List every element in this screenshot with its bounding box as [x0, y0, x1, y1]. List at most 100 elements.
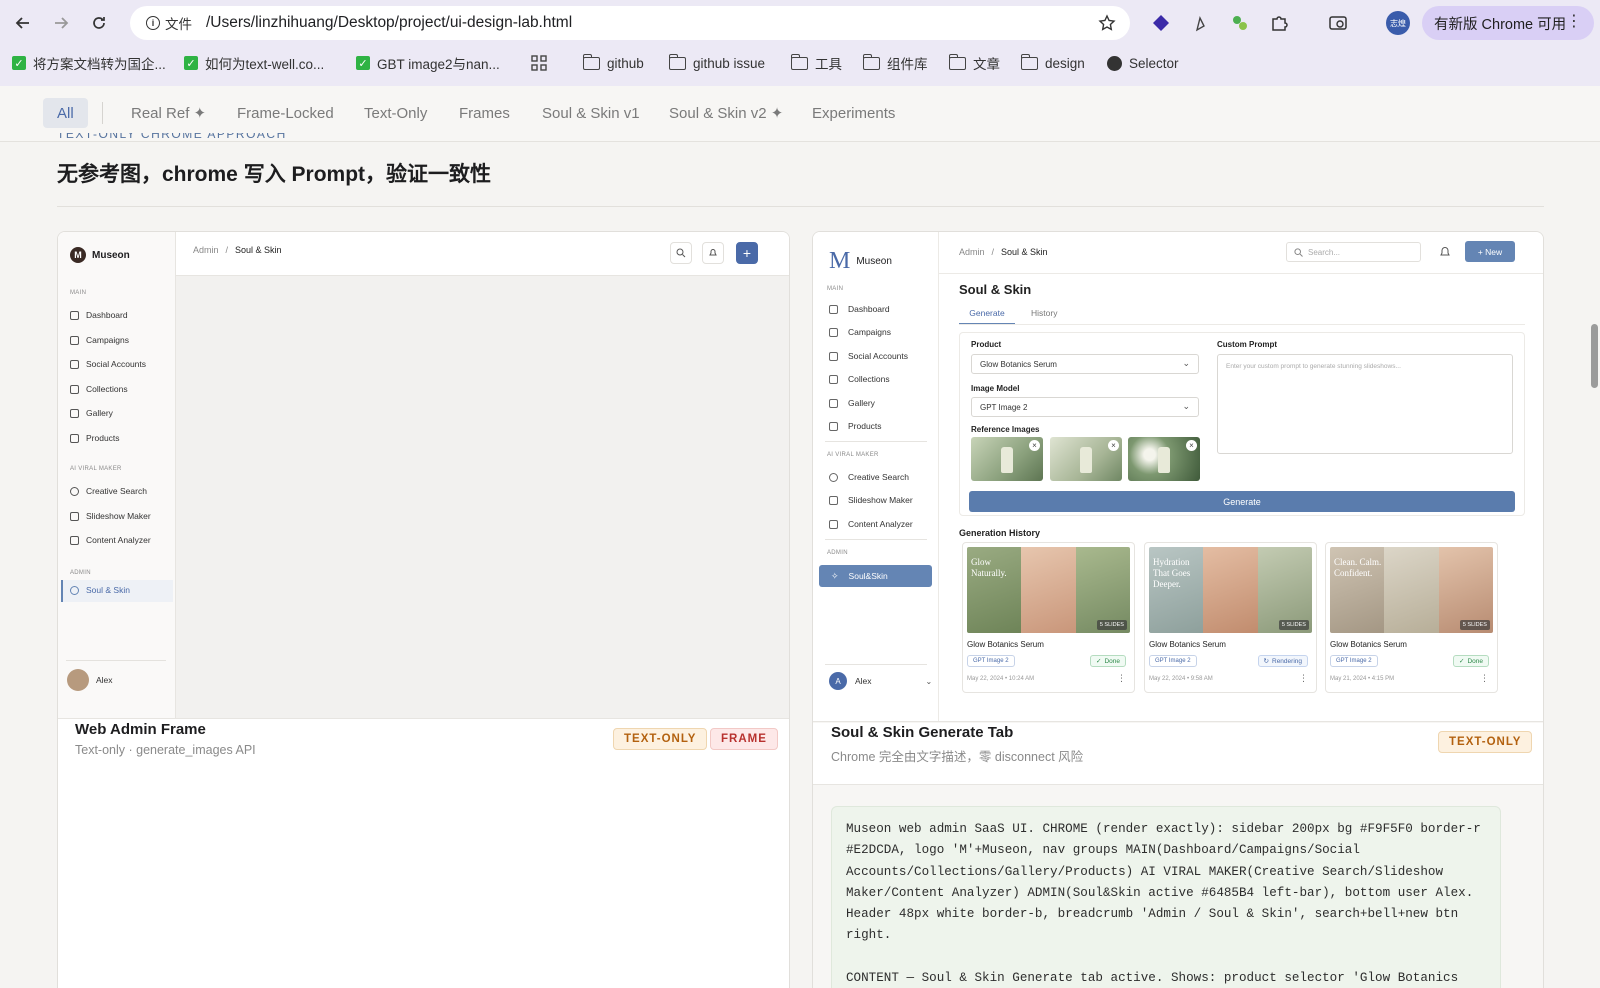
- extension-diamond-icon[interactable]: [1150, 12, 1172, 34]
- nav-item-social-accounts[interactable]: Social Accounts: [70, 359, 146, 369]
- address-bar[interactable]: i 文件 /Users/linzhihuang/Desktop/project/…: [130, 6, 1130, 40]
- bookmark-item[interactable]: ✓ 将方案文档转为国企...: [12, 52, 166, 74]
- divider: [825, 539, 927, 540]
- nav-item-collections[interactable]: Collections: [70, 384, 128, 394]
- history-card[interactable]: Glow Naturally. 5 SLIDES Glow Botanics S…: [962, 542, 1135, 693]
- tab-frame-locked[interactable]: Frame-Locked: [223, 98, 348, 128]
- close-icon[interactable]: ×: [1029, 440, 1040, 451]
- chevron-down-icon: ⌄: [1182, 401, 1190, 411]
- extensions-puzzle-icon[interactable]: [1268, 12, 1290, 34]
- nav-item-content-analyzer[interactable]: Content Analyzer: [70, 535, 151, 545]
- menu-dots-icon[interactable]: ⋮: [1566, 13, 1582, 31]
- chrome-update-button[interactable]: 有新版 Chrome 可用 ⋮: [1422, 6, 1594, 40]
- apps-grid-icon[interactable]: [531, 52, 547, 74]
- nav-item-content-analyzer[interactable]: Content Analyzer: [829, 519, 913, 529]
- url-text[interactable]: /Users/linzhihuang/Desktop/project/ui-de…: [206, 14, 572, 32]
- product-label: Product: [971, 340, 1002, 349]
- close-icon[interactable]: ×: [1186, 440, 1197, 451]
- search-placeholder: Search...: [1308, 247, 1341, 257]
- tab-generate[interactable]: Generate: [959, 308, 1015, 325]
- nav-item-gallery[interactable]: Gallery: [829, 398, 875, 408]
- custom-prompt-textarea[interactable]: Enter your custom prompt to generate stu…: [1217, 354, 1513, 454]
- bookmark-folder[interactable]: 工具: [790, 52, 842, 74]
- nav-item-creative-search[interactable]: Creative Search: [70, 486, 147, 496]
- extension-pen-icon[interactable]: [1190, 12, 1212, 34]
- bell-button[interactable]: [702, 242, 724, 264]
- add-button[interactable]: +: [736, 242, 758, 264]
- bookmark-folder[interactable]: 组件库: [862, 52, 928, 74]
- bookmark-folder[interactable]: github issue: [668, 52, 765, 74]
- more-options-icon[interactable]: ⋮: [1299, 673, 1308, 684]
- tab-text-only[interactable]: Text-Only: [350, 98, 441, 128]
- tab-real-ref[interactable]: Real Ref ✦: [117, 98, 220, 128]
- bookmark-star-icon[interactable]: [1098, 14, 1116, 37]
- card-web-admin-frame[interactable]: M Museon MAIN Dashboard Campaigns Social…: [57, 231, 790, 988]
- reference-image[interactable]: ×: [971, 437, 1043, 481]
- logo-mark: M: [829, 248, 851, 274]
- nav-item-soul-skin[interactable]: Soul & Skin: [70, 585, 130, 595]
- user-profile[interactable]: Alex: [67, 669, 113, 691]
- nav-item-creative-search[interactable]: Creative Search: [829, 472, 909, 482]
- tab-soul-skin-v2[interactable]: Soul & Skin v2 ✦: [655, 98, 797, 128]
- bookmark-item[interactable]: ✓ 如何为text-well.co...: [184, 52, 324, 74]
- tab-history[interactable]: History: [1031, 308, 1057, 318]
- tab-experiments[interactable]: Experiments: [798, 98, 909, 128]
- reload-icon[interactable]: [88, 12, 110, 34]
- breadcrumb-item[interactable]: Admin: [193, 245, 219, 255]
- nav-item-campaigns[interactable]: Campaigns: [829, 327, 891, 337]
- bell-icon[interactable]: [1439, 245, 1451, 263]
- close-icon[interactable]: ×: [1108, 440, 1119, 451]
- nav-item-products[interactable]: Products: [829, 421, 882, 431]
- tab-soul-skin-v1[interactable]: Soul & Skin v1: [528, 98, 654, 128]
- tab-frames[interactable]: Frames: [445, 98, 524, 128]
- model-select[interactable]: GPT Image 2 ⌄: [971, 397, 1199, 417]
- bookmark-item[interactable]: ✓ GBT image2与nan...: [356, 52, 500, 74]
- info-label: 文件: [165, 17, 192, 32]
- search-button[interactable]: [670, 242, 692, 264]
- nav-label: Creative Search: [86, 486, 147, 496]
- nav-group-label: AI VIRAL MAKER: [70, 466, 122, 472]
- nav-item-dashboard[interactable]: Dashboard: [70, 310, 128, 320]
- collection-icon: [70, 384, 79, 394]
- site-info-chip[interactable]: i 文件: [140, 10, 200, 36]
- generate-button[interactable]: Generate: [969, 491, 1515, 512]
- bookmark-folder[interactable]: 文章: [948, 52, 1000, 74]
- check-circle-icon: ✓: [1459, 658, 1465, 665]
- nav-item-social-accounts[interactable]: Social Accounts: [829, 351, 908, 361]
- tab-search-icon[interactable]: [1327, 12, 1349, 34]
- nav-item-slideshow-maker[interactable]: Slideshow Maker: [829, 495, 913, 505]
- nav-item-slideshow-maker[interactable]: Slideshow Maker: [70, 511, 151, 521]
- nav-label: Social Accounts: [848, 351, 909, 361]
- bookmark-item[interactable]: Selector: [1107, 52, 1179, 74]
- nav-item-campaigns[interactable]: Campaigns: [70, 335, 129, 345]
- extension-puzzle-color-icon[interactable]: [1229, 12, 1251, 34]
- more-options-icon[interactable]: ⋮: [1480, 673, 1489, 684]
- nav-item-dashboard[interactable]: Dashboard: [829, 304, 890, 314]
- bookmark-folder[interactable]: design: [1020, 52, 1085, 74]
- product-select[interactable]: Glow Botanics Serum ⌄: [971, 354, 1199, 374]
- nav-item-products[interactable]: Products: [70, 433, 120, 443]
- nav-item-collections[interactable]: Collections: [829, 374, 890, 384]
- nav-item-soul-skin[interactable]: ✧ Soul&Skin: [819, 565, 932, 587]
- forward-icon[interactable]: [50, 12, 72, 34]
- nav-label: Gallery: [86, 408, 113, 418]
- reference-image[interactable]: ×: [1128, 437, 1200, 481]
- page-title: Soul & Skin: [959, 282, 1032, 297]
- back-icon[interactable]: [12, 12, 34, 34]
- chevron-down-icon[interactable]: ⌄: [926, 677, 933, 686]
- new-button[interactable]: + New: [1465, 241, 1515, 262]
- user-profile[interactable]: A Alex ⌄: [829, 672, 932, 690]
- reference-image[interactable]: ×: [1050, 437, 1122, 481]
- profile-avatar[interactable]: 志煌: [1386, 11, 1410, 35]
- history-card[interactable]: Hydration That Goes Deeper. 5 SLIDES Glo…: [1144, 542, 1317, 693]
- history-card[interactable]: Clean. Calm. Confident. 5 SLIDES Glow Bo…: [1325, 542, 1498, 693]
- breadcrumb-item[interactable]: Admin: [959, 247, 985, 257]
- bag-icon: [829, 421, 838, 431]
- tab-all[interactable]: All: [43, 98, 88, 128]
- bookmark-folder[interactable]: github: [582, 52, 644, 74]
- page-scrollbar[interactable]: [1591, 324, 1598, 388]
- more-options-icon[interactable]: ⋮: [1117, 673, 1126, 684]
- nav-item-gallery[interactable]: Gallery: [70, 408, 113, 418]
- model-label: Image Model: [971, 384, 1020, 393]
- search-input[interactable]: Search...: [1286, 242, 1421, 262]
